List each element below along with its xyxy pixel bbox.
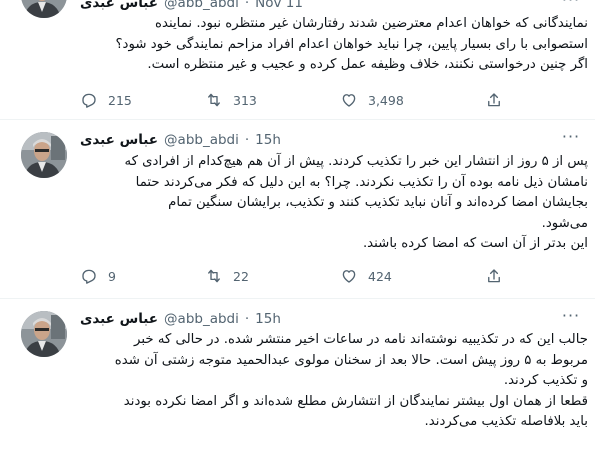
tweet-time[interactable]: Nov 11 bbox=[255, 0, 303, 11]
avatar[interactable] bbox=[21, 311, 67, 357]
author-name[interactable]: عباس عبدی bbox=[80, 311, 158, 327]
retweet-count: 22 bbox=[233, 268, 249, 284]
tweet-3[interactable]: عباس عبدی @abb_abdi · 15h ··· جالب این ک… bbox=[0, 299, 595, 450]
more-options-icon[interactable]: ··· bbox=[556, 308, 586, 329]
avatar[interactable] bbox=[21, 132, 67, 178]
more-options-icon[interactable]: ··· bbox=[556, 129, 586, 150]
share-button[interactable] bbox=[485, 266, 503, 286]
reply-icon bbox=[82, 269, 96, 284]
like-icon bbox=[342, 94, 356, 107]
like-count: 424 bbox=[368, 268, 392, 284]
tweet-header: عباس عبدی @abb_abdi · 15h bbox=[80, 309, 281, 329]
retweet-icon bbox=[208, 93, 220, 107]
like-icon bbox=[342, 270, 356, 283]
tweet-2[interactable]: عباس عبدی @abb_abdi · 15h ··· پس از ۵ رو… bbox=[0, 120, 595, 298]
author-name[interactable]: عباس عبدی bbox=[80, 0, 158, 11]
share-button[interactable] bbox=[485, 90, 503, 110]
retweet-button[interactable]: 313 bbox=[205, 90, 257, 110]
author-name[interactable]: عباس عبدی bbox=[80, 132, 158, 148]
retweet-button[interactable]: 22 bbox=[205, 266, 249, 286]
reply-button[interactable]: 215 bbox=[80, 90, 132, 110]
tweet-text: نمایندگانی که خواهان اعدام معترضین شدند … bbox=[115, 16, 589, 72]
tweet-header: عباس عبدی @abb_abdi · 15h bbox=[80, 130, 281, 150]
more-options-icon[interactable]: ··· bbox=[556, 0, 586, 13]
retweet-count: 313 bbox=[233, 92, 257, 108]
separator-dot: · bbox=[244, 0, 250, 11]
author-handle[interactable]: @abb_abdi bbox=[164, 311, 239, 327]
tweet-text: پس از ۵ روز از انتشار این خبر را تکذیب ک… bbox=[124, 154, 588, 251]
separator-dot: · bbox=[244, 132, 250, 148]
share-icon bbox=[488, 269, 500, 283]
author-handle[interactable]: @abb_abdi bbox=[164, 132, 239, 148]
reply-button[interactable]: 9 bbox=[80, 266, 116, 286]
separator-dot: · bbox=[244, 311, 250, 327]
tweet-time[interactable]: 15h bbox=[255, 311, 281, 327]
tweet-1[interactable]: عباس عبدی @abb_abdi · Nov 11 ··· نمایندگ… bbox=[0, 0, 595, 118]
avatar[interactable] bbox=[21, 0, 67, 18]
like-count: 3,498 bbox=[368, 92, 404, 108]
reply-count: 9 bbox=[108, 268, 116, 284]
share-icon bbox=[488, 93, 500, 107]
tweet-actions: 215 313 3,498 bbox=[80, 90, 580, 110]
tweet-actions: 9 22 424 bbox=[80, 266, 580, 286]
tweet-time[interactable]: 15h bbox=[255, 132, 281, 148]
reply-count: 215 bbox=[108, 92, 132, 108]
retweet-icon bbox=[208, 269, 220, 283]
author-handle[interactable]: @abb_abdi bbox=[164, 0, 239, 11]
tweet-text: جالب این که در تکذیبیه نوشته‌اند نامه در… bbox=[114, 332, 588, 429]
like-button[interactable]: 424 bbox=[340, 266, 392, 286]
reply-icon bbox=[82, 93, 96, 108]
tweet-header: عباس عبدی @abb_abdi · Nov 11 bbox=[80, 0, 303, 13]
like-button[interactable]: 3,498 bbox=[340, 90, 404, 110]
